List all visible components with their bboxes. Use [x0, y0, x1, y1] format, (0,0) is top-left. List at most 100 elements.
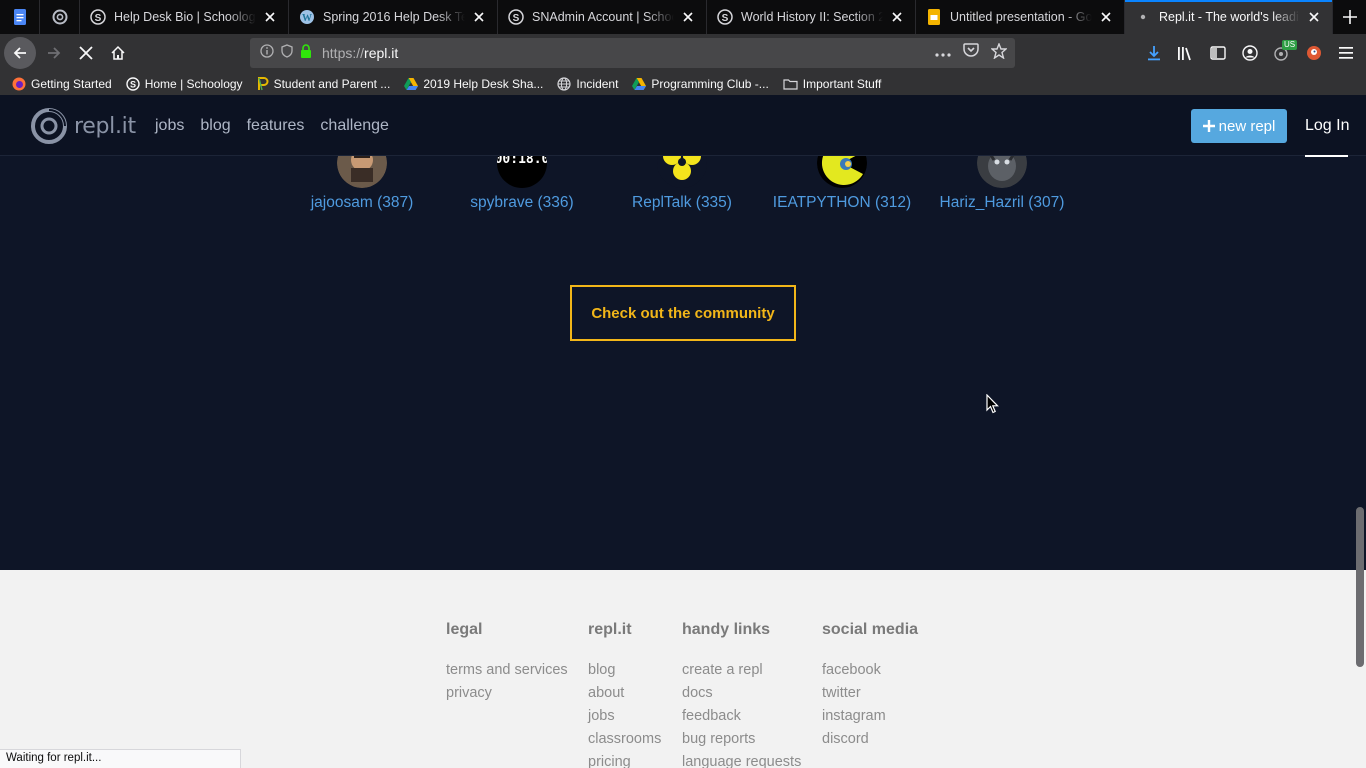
sidebar-icon [1210, 46, 1226, 60]
bookmark-label: Incident [576, 76, 619, 91]
back-button[interactable] [4, 37, 36, 69]
toolbar-right: US [1138, 34, 1366, 72]
footer-link-bug-reports[interactable]: bug reports [682, 728, 801, 751]
new-tab-button[interactable] [1334, 0, 1366, 34]
sidebar-button[interactable] [1202, 37, 1234, 69]
forward-button[interactable] [38, 37, 70, 69]
close-icon[interactable] [471, 9, 487, 25]
footer-link-instagram[interactable]: instagram [822, 705, 918, 728]
svg-text:S: S [513, 13, 520, 24]
nav-features[interactable]: features [247, 117, 305, 135]
bookmark-getting-started[interactable]: Getting Started [12, 77, 112, 91]
tab-help-desk-bio[interactable]: S Help Desk Bio | Schoology [80, 0, 289, 34]
leader-name[interactable]: ReplTalk (335) [597, 194, 767, 212]
login-link[interactable]: Log In [1305, 117, 1349, 135]
footer-column-handy-links: handy links create a repl docs feedback … [682, 621, 801, 768]
info-icon[interactable] [260, 43, 274, 63]
tab-world-history[interactable]: S World History II: Section 2 | S [707, 0, 916, 34]
footer-link-pricing[interactable]: pricing [588, 751, 661, 768]
footer-link-discord[interactable]: discord [822, 728, 918, 751]
nav-blog[interactable]: blog [200, 117, 230, 135]
tracking-shield-icon[interactable] [280, 43, 294, 63]
tab-pinned-docs[interactable] [0, 0, 40, 34]
bookmark-incident[interactable]: Incident [557, 77, 618, 91]
footer-link-classrooms[interactable]: classrooms [588, 728, 661, 751]
replit-logo[interactable]: repl.it [30, 107, 136, 145]
svg-text:S: S [95, 13, 102, 24]
url-actions [935, 38, 1008, 68]
lock-icon[interactable] [300, 43, 312, 63]
tab-title: World History II: Section 2 | S [741, 10, 883, 24]
check-out-community-button[interactable]: Check out the community [570, 285, 796, 341]
footer-heading: legal [446, 621, 483, 638]
home-button[interactable] [102, 37, 134, 69]
footer-column-replit: repl.it blog about jobs classrooms prici… [588, 621, 661, 768]
bookmark-home-schoology[interactable]: S Home | Schoology [126, 77, 243, 91]
tab-bar: S Help Desk Bio | Schoology W Spring 201… [0, 0, 1366, 34]
close-icon[interactable] [1098, 9, 1114, 25]
duckduckgo-icon [1307, 46, 1321, 60]
leader-name[interactable]: IEATPYTHON (312) [757, 194, 927, 212]
downloads-button[interactable] [1138, 37, 1170, 69]
account-button[interactable] [1234, 37, 1266, 69]
close-icon[interactable] [262, 9, 278, 25]
tab-untitled-presentation[interactable]: Untitled presentation - Goog [916, 0, 1125, 34]
tab-pinned-replit[interactable] [40, 0, 80, 34]
footer-link-blog[interactable]: blog [588, 659, 661, 682]
page-scrollbar[interactable] [1356, 507, 1364, 667]
logo-text: repl.it [74, 113, 136, 139]
firefox-icon [12, 77, 26, 90]
bookmark-programming-club[interactable]: Programming Club -... [632, 76, 769, 91]
schoology-icon: S [90, 9, 106, 25]
close-icon[interactable] [1306, 9, 1322, 25]
stop-button[interactable] [70, 37, 102, 69]
replit-icon [52, 9, 68, 25]
library-icon [1178, 47, 1191, 61]
tab-replit-active[interactable]: Repl.it - The world's leading [1125, 0, 1333, 34]
bookmark-student-parent[interactable]: Student and Parent ... [257, 76, 390, 91]
url-text[interactable]: https://repl.it [322, 45, 398, 61]
menu-button[interactable] [1330, 37, 1362, 69]
bookmark-help-desk-share[interactable]: 2019 Help Desk Sha... [404, 77, 543, 91]
footer-link-about[interactable]: about [588, 682, 661, 705]
google-drive-icon [404, 77, 419, 90]
bookmark-label: Programming Club -... [651, 76, 769, 91]
footer-link-privacy[interactable]: privacy [446, 682, 568, 705]
duckduckgo-button[interactable] [1298, 37, 1330, 69]
addon-badge: US [1282, 40, 1298, 50]
page-actions-menu-icon[interactable] [935, 44, 951, 62]
footer-heading: repl.it [588, 621, 632, 638]
schoology-icon: S [717, 9, 733, 25]
nav-challenge[interactable]: challenge [320, 117, 389, 135]
leader-name[interactable]: jajoosam (387) [277, 194, 447, 212]
svg-text:S: S [722, 13, 729, 24]
p-logo-icon [257, 76, 269, 90]
leader-name[interactable]: Hariz_Hazril (307) [917, 194, 1087, 212]
tab-help-desk-team[interactable]: W Spring 2016 Help Desk Team [289, 0, 498, 34]
footer-link-feedback[interactable]: feedback [682, 705, 801, 728]
footer-link-docs[interactable]: docs [682, 682, 801, 705]
new-repl-button[interactable]: new repl [1191, 109, 1287, 143]
close-icon[interactable] [680, 9, 696, 25]
footer-link-jobs[interactable]: jobs [588, 705, 661, 728]
plus-icon [1343, 10, 1357, 24]
hamburger-menu-icon [1339, 47, 1353, 59]
tab-snadmin[interactable]: S SNAdmin Account | Schoology [498, 0, 707, 34]
navigation-toolbar: https://repl.it US [0, 34, 1366, 72]
bookmark-star-icon[interactable] [990, 41, 1008, 64]
nav-jobs[interactable]: jobs [155, 117, 184, 135]
footer-heading: handy links [682, 621, 771, 638]
footer-link-twitter[interactable]: twitter [822, 682, 918, 705]
footer-link-language-requests[interactable]: language requests [682, 751, 801, 768]
footer-link-facebook[interactable]: facebook [822, 659, 918, 682]
library-button[interactable] [1170, 37, 1202, 69]
footer-link-create-repl[interactable]: create a repl [682, 659, 801, 682]
bookmark-folder-important[interactable]: Important Stuff [783, 77, 881, 91]
footer-link-terms[interactable]: terms and services [446, 659, 568, 682]
pocket-icon[interactable] [963, 43, 979, 63]
vpn-addon-button[interactable]: US [1266, 37, 1298, 69]
url-bar[interactable]: https://repl.it [250, 38, 1015, 68]
close-icon[interactable] [889, 9, 905, 25]
google-docs-icon [12, 9, 28, 25]
leader-name[interactable]: spybrave (336) [437, 194, 607, 212]
